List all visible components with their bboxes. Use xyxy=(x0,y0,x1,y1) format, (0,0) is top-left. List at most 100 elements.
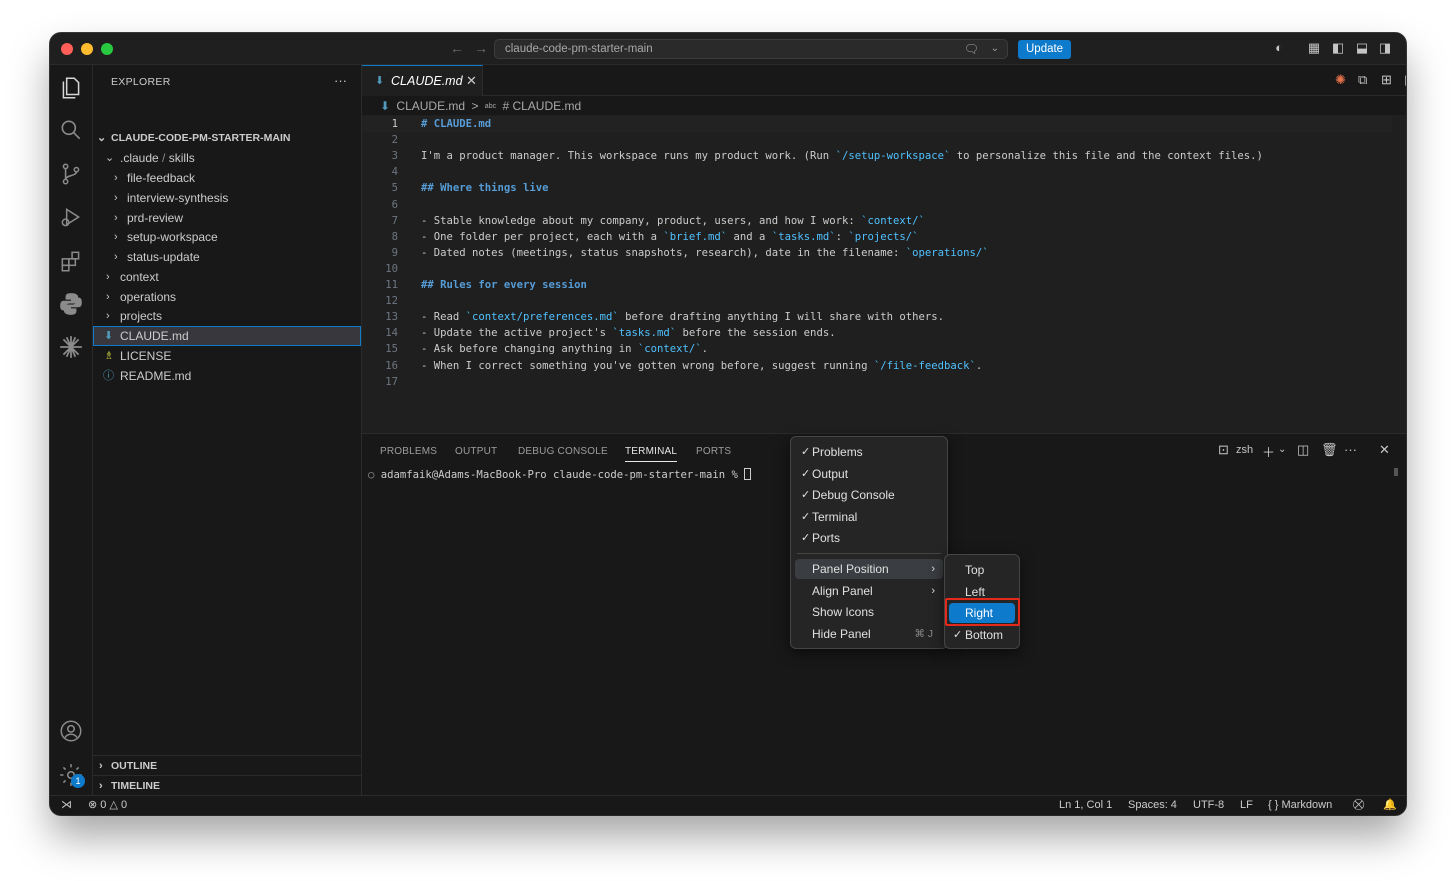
explorer-icon[interactable] xyxy=(58,75,84,101)
toggle-primary-sidebar-icon[interactable]: ◧ xyxy=(1331,41,1345,55)
tab-terminal[interactable]: TERMINAL xyxy=(625,446,678,462)
tab-ports[interactable]: PORTS xyxy=(696,446,731,457)
terminal-scrollbar[interactable] xyxy=(1394,468,1398,476)
code-line[interactable]: 1 # CLAUDE.md xyxy=(362,116,1392,132)
breadcrumb-file[interactable]: CLAUDE.md xyxy=(396,99,465,113)
menu-item-terminal[interactable]: ✓ Terminal xyxy=(795,507,943,527)
tree-file-license[interactable]: ♗ LICENSE xyxy=(93,346,361,366)
encoding[interactable]: UTF-8 xyxy=(1193,796,1224,815)
chevron-down-icon[interactable]: ⌄ xyxy=(1278,444,1286,455)
split-editor-icon[interactable]: ◫ xyxy=(1404,72,1406,88)
close-window-button[interactable] xyxy=(61,43,73,55)
chevron-down-icon[interactable]: ⌄ xyxy=(991,43,999,54)
back-arrow-icon[interactable]: ← xyxy=(450,40,464,56)
menu-item-problems[interactable]: ✓ Problems xyxy=(795,442,943,462)
update-button[interactable]: Update xyxy=(1018,40,1072,59)
code-line[interactable]: 15 - Ask before changing anything in `con… xyxy=(362,341,1392,357)
panel-more-actions-icon[interactable]: ··· xyxy=(1344,442,1357,457)
problems-status[interactable]: ⊗ 0 △ 0 xyxy=(88,796,127,815)
code-line[interactable]: 16 - When I correct something you've gott… xyxy=(362,358,1392,374)
zoom-window-button[interactable] xyxy=(101,43,113,55)
python-icon[interactable] xyxy=(58,291,84,317)
workspace-root[interactable]: ⌄ CLAUDE-CODE-PM-STARTER-MAIN xyxy=(93,128,361,148)
tree-folder-file-feedback[interactable]: › file-feedback xyxy=(93,168,361,188)
terminal-prompt[interactable]: ○ adamfaik@Adams-MacBook-Pro claude-code… xyxy=(368,468,752,481)
terminal-shell-name[interactable]: zsh xyxy=(1236,444,1253,456)
toggle-panel-icon[interactable]: ⬓ xyxy=(1355,41,1369,55)
split-terminal-icon[interactable]: ◫ xyxy=(1297,442,1309,458)
code-line[interactable]: 4 xyxy=(362,164,1392,180)
chat-icon[interactable]: 🗨 xyxy=(964,42,979,56)
outline-section[interactable]: › OUTLINE xyxy=(93,755,361,775)
forward-arrow-icon[interactable]: → xyxy=(474,40,488,56)
run-and-debug-icon[interactable] xyxy=(58,204,84,230)
tab-claude-md[interactable]: ⬇ CLAUDE.md ✕ xyxy=(362,65,483,96)
code-line[interactable]: 13 - Read `context/preferences.md` before… xyxy=(362,309,1392,325)
copilot-icon[interactable]: ⛒ xyxy=(1353,796,1364,815)
tab-debug-console[interactable]: DEBUG CONSOLE xyxy=(518,446,608,457)
language-mode[interactable]: { } Markdown xyxy=(1268,796,1332,815)
new-terminal-icon[interactable]: ＋ xyxy=(1262,442,1275,461)
code-line[interactable]: 11 ## Rules for every session xyxy=(362,277,1392,293)
remote-icon[interactable]: ⋊ xyxy=(61,796,72,815)
source-control-icon[interactable] xyxy=(58,161,84,187)
code-line[interactable]: 7 - Stable knowledge about my company, pr… xyxy=(362,213,1392,229)
menu-item-hide-panel[interactable]: Hide Panel ⌘ J xyxy=(795,624,943,644)
tree-folder-setup-workspace[interactable]: › setup-workspace xyxy=(93,227,361,247)
tree-folder-context[interactable]: › context xyxy=(93,267,361,287)
tree-folder-operations[interactable]: › operations xyxy=(93,287,361,307)
code-line[interactable]: 2 xyxy=(362,132,1392,148)
submenu-item-top[interactable]: Top xyxy=(949,560,1015,580)
breadcrumb-symbol[interactable]: # CLAUDE.md xyxy=(502,99,581,113)
code-line[interactable]: 12 xyxy=(362,293,1392,309)
tree-folder-interview-synthesis[interactable]: › interview-synthesis xyxy=(93,188,361,208)
menu-item-show-icons[interactable]: Show Icons xyxy=(795,602,943,622)
chevron-right-icon: › xyxy=(106,310,110,322)
menu-item-panel-position[interactable]: Panel Position › xyxy=(795,559,943,579)
accounts-icon[interactable]: ◐ xyxy=(1272,41,1286,55)
trash-icon[interactable]: 🗑 xyxy=(1321,442,1338,458)
tree-folder-prd-review[interactable]: › prd-review xyxy=(93,208,361,228)
notifications-bell-icon[interactable]: 🔔 xyxy=(1383,796,1397,815)
open-preview-icon[interactable]: ⧉ xyxy=(1358,72,1367,88)
code-line[interactable]: 10 xyxy=(362,261,1392,277)
code-line[interactable]: 9 - Dated notes (meetings, status snapsho… xyxy=(362,245,1392,261)
cursor-position[interactable]: Ln 1, Col 1 xyxy=(1059,796,1112,815)
menu-item-align-panel[interactable]: Align Panel › xyxy=(795,581,943,601)
code-editor[interactable]: 1 # CLAUDE.md 2 3 I'm a product manager. Thi… xyxy=(362,115,1406,433)
close-tab-icon[interactable]: ✕ xyxy=(466,73,477,89)
close-panel-icon[interactable]: ✕ xyxy=(1379,442,1390,458)
tab-output[interactable]: OUTPUT xyxy=(455,446,497,457)
tree-folder-status-update[interactable]: › status-update xyxy=(93,247,361,267)
menu-item-ports[interactable]: ✓ Ports xyxy=(795,528,943,548)
submenu-item-bottom[interactable]: ✓ Bottom xyxy=(949,625,1015,645)
timeline-section[interactable]: › TIMELINE xyxy=(93,775,361,795)
toggle-secondary-sidebar-icon[interactable]: ◨ xyxy=(1378,41,1392,55)
command-center[interactable]: claude-code-pm-starter-main 🗨 ⌄ xyxy=(494,39,1008,59)
code-line[interactable]: 6 xyxy=(362,197,1392,213)
tree-folder-claude-skills[interactable]: ⌄ .claude / skills xyxy=(93,148,361,168)
end-of-line[interactable]: LF xyxy=(1240,796,1253,815)
extensions-icon[interactable] xyxy=(58,248,84,274)
tree-folder-projects[interactable]: › projects xyxy=(93,306,361,326)
account-icon[interactable] xyxy=(58,718,84,744)
code-line[interactable]: 14 - Update the active project's `tasks.m… xyxy=(362,325,1392,341)
code-line[interactable]: 17 xyxy=(362,374,1392,390)
terminal-shell-icon[interactable]: ⊡ xyxy=(1218,442,1229,458)
tree-file-readme[interactable]: ⓘ README.md xyxy=(93,366,361,386)
indentation[interactable]: Spaces: 4 xyxy=(1128,796,1177,815)
menu-item-output[interactable]: ✓ Output xyxy=(795,464,943,484)
menu-item-debug-console[interactable]: ✓ Debug Console xyxy=(795,485,943,505)
tree-file-claude-md[interactable]: ⬇ CLAUDE.md xyxy=(93,326,361,346)
claude-icon[interactable] xyxy=(58,334,84,360)
minimize-window-button[interactable] xyxy=(81,43,93,55)
open-changes-icon[interactable]: ⊞ xyxy=(1381,72,1392,88)
customize-layout-icon[interactable]: ▦ xyxy=(1307,41,1321,55)
claude-code-icon[interactable]: ✺ xyxy=(1335,72,1346,88)
tab-problems[interactable]: PROBLEMS xyxy=(380,446,437,457)
code-line[interactable]: 8 - One folder per project, each with a `… xyxy=(362,229,1392,245)
code-line[interactable]: 5 ## Where things live xyxy=(362,180,1392,196)
more-actions-icon[interactable]: ··· xyxy=(334,73,347,88)
code-line[interactable]: 3 I'm a product manager. This workspace r… xyxy=(362,148,1392,164)
search-icon[interactable] xyxy=(58,117,84,143)
